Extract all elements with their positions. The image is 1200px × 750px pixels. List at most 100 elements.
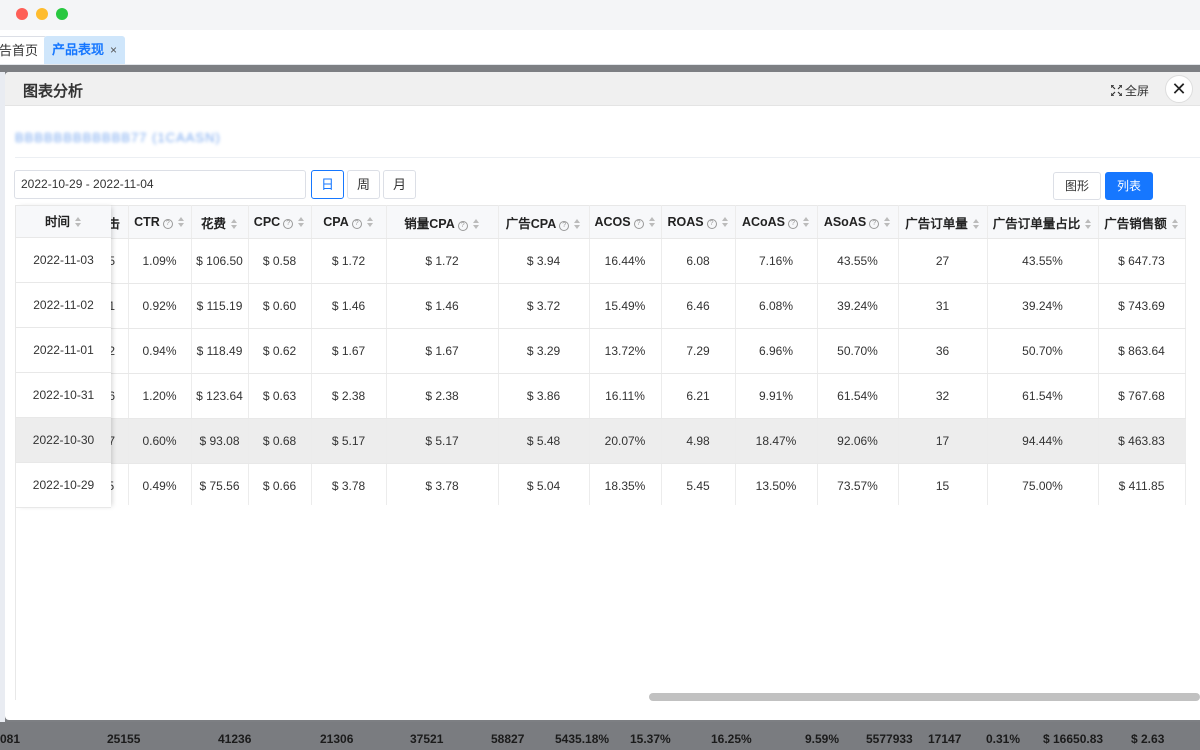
table-row[interactable]: 1910.92%$ 115.19$ 0.60$ 1.46$ 1.46$ 3.72… xyxy=(95,283,1186,329)
help-icon[interactable]: ? xyxy=(559,220,570,231)
table-cell: 1.20% xyxy=(128,373,192,419)
header-11[interactable]: 广告订单量 xyxy=(898,205,988,239)
sort-icon[interactable] xyxy=(366,217,374,227)
header-label: ROAS xyxy=(667,215,704,229)
table-row[interactable]: 1370.60%$ 93.08$ 0.68$ 5.17$ 5.17$ 5.482… xyxy=(95,418,1186,464)
background-total: 25155 xyxy=(107,732,141,746)
sort-icon[interactable] xyxy=(472,218,480,229)
sort-icon[interactable] xyxy=(75,217,82,227)
header-1[interactable]: CTR? xyxy=(128,205,192,239)
divider xyxy=(15,157,1200,158)
header-4[interactable]: CPA? xyxy=(311,205,387,239)
tab-product-performance[interactable]: 产品表现 × xyxy=(44,36,126,64)
table-cell: $ 0.58 xyxy=(248,238,312,284)
table-cell: 7.29 xyxy=(661,328,736,374)
header-5[interactable]: 销量CPA? xyxy=(386,205,499,239)
horizontal-scrollbar-thumb[interactable] xyxy=(649,693,1200,701)
help-icon[interactable]: ? xyxy=(457,220,468,231)
table-cell: 43.55% xyxy=(987,238,1099,284)
table-cell: $ 2.38 xyxy=(386,373,499,419)
granularity-week-button[interactable]: 周 xyxy=(347,170,380,199)
header-time[interactable]: 时间 xyxy=(15,205,111,238)
table-cell: $ 2.38 xyxy=(311,373,387,419)
table-row[interactable]: 1150.49%$ 75.56$ 0.66$ 3.78$ 3.78$ 5.041… xyxy=(95,463,1186,505)
background-total: 17147 xyxy=(928,732,962,746)
table-row[interactable]: 1851.09%$ 106.50$ 0.58$ 1.72$ 1.72$ 3.94… xyxy=(95,238,1186,284)
modal-close-button[interactable]: ✕ xyxy=(1165,75,1193,103)
table-cell: 16.11% xyxy=(589,373,662,419)
sort-icon[interactable] xyxy=(1171,218,1179,229)
header-6[interactable]: 广告CPA? xyxy=(498,205,590,239)
header-7[interactable]: ACOS? xyxy=(589,205,662,239)
granularity-day-button[interactable]: 日 xyxy=(311,170,344,199)
modal-header: 图表分析 全屏 ✕ xyxy=(5,72,1200,106)
tab-home-label: 告首页 xyxy=(0,43,39,58)
graph-view-button[interactable]: 图形 xyxy=(1053,172,1101,200)
header-13[interactable]: 广告销售额 xyxy=(1098,205,1186,239)
sort-icon[interactable] xyxy=(803,217,810,227)
table-cell: $ 863.64 xyxy=(1098,328,1186,374)
tab-close-icon[interactable]: × xyxy=(110,43,117,57)
table-cell: 36 xyxy=(898,328,988,374)
modal-title: 图表分析 xyxy=(23,83,84,100)
background-total: $ 2.63 xyxy=(1131,732,1165,746)
sort-icon[interactable] xyxy=(177,217,185,227)
sort-icon[interactable] xyxy=(298,217,305,227)
header-8[interactable]: ROAS? xyxy=(661,205,736,239)
table-cell: 18.47% xyxy=(735,418,818,464)
sort-icon[interactable] xyxy=(972,218,980,229)
header-9[interactable]: ACoAS? xyxy=(735,205,818,239)
table-cell: $ 1.72 xyxy=(386,238,499,284)
table-row[interactable]: 1920.94%$ 118.49$ 0.62$ 1.67$ 1.67$ 3.29… xyxy=(95,328,1186,374)
help-icon[interactable]: ? xyxy=(788,219,799,229)
header-time-label: 时间 xyxy=(44,215,70,229)
background-total: 37521 xyxy=(410,732,444,746)
tab-product-performance-label: 产品表现 xyxy=(52,42,105,57)
sort-icon[interactable] xyxy=(231,218,238,229)
help-icon[interactable]: ? xyxy=(706,219,717,229)
header-2[interactable]: 花费 xyxy=(191,205,249,239)
table-row[interactable]: 1961.20%$ 123.64$ 0.63$ 2.38$ 2.38$ 3.86… xyxy=(95,373,1186,419)
help-icon[interactable]: ? xyxy=(351,219,362,229)
maximize-window-icon[interactable] xyxy=(56,8,68,20)
help-icon[interactable]: ? xyxy=(869,219,880,229)
sort-icon[interactable] xyxy=(1085,218,1092,229)
fullscreen-label: 全屏 xyxy=(1125,84,1150,98)
close-window-icon[interactable] xyxy=(16,8,28,20)
table-cell: $ 5.48 xyxy=(498,418,590,464)
table-cell: $ 93.08 xyxy=(191,418,249,464)
table-cell: 0.49% xyxy=(128,463,192,505)
data-table[interactable]: 点击CTR?花费CPC?CPA?销量CPA?广告CPA?ACOS?ROAS?AC… xyxy=(15,205,1200,505)
table-cell: $ 5.17 xyxy=(386,418,499,464)
background-total: $ 16650.83 xyxy=(1043,732,1104,746)
header-label: 花费 xyxy=(200,216,226,231)
help-icon[interactable]: ? xyxy=(633,219,644,229)
minimize-window-icon[interactable] xyxy=(36,8,48,20)
sort-icon[interactable] xyxy=(574,218,581,229)
table-cell: 13.50% xyxy=(735,463,818,505)
date-range-picker[interactable]: 2022-10-29 - 2022-11-04 xyxy=(14,170,306,199)
table-cell: 75.00% xyxy=(987,463,1099,505)
time-cell: 2022-11-01 xyxy=(15,328,111,373)
header-10[interactable]: ASoAS? xyxy=(817,205,899,239)
help-icon[interactable]: ? xyxy=(162,219,173,229)
table-cell: $ 1.46 xyxy=(311,283,387,329)
sort-icon[interactable] xyxy=(884,217,891,227)
table-cell: 15.49% xyxy=(589,283,662,329)
table-cell: $ 5.04 xyxy=(498,463,590,505)
granularity-month-button[interactable]: 月 xyxy=(383,170,416,199)
tab-home[interactable]: 告首页 xyxy=(0,36,48,64)
sort-icon[interactable] xyxy=(648,217,656,227)
close-icon: ✕ xyxy=(1171,79,1187,99)
header-label: ACOS xyxy=(594,215,631,229)
fixed-time-column: 时间 2022-11-03 2022-11-02 2022-11-01 2022-10… xyxy=(15,205,111,508)
table-cell: 92.06% xyxy=(817,418,899,464)
fullscreen-button[interactable]: 全屏 xyxy=(1111,82,1149,99)
header-3[interactable]: CPC? xyxy=(248,205,312,239)
help-icon[interactable]: ? xyxy=(283,219,294,229)
table-cell: 32 xyxy=(898,373,988,419)
list-view-button[interactable]: 列表 xyxy=(1105,172,1153,200)
table-cell: 6.96% xyxy=(735,328,818,374)
sort-icon[interactable] xyxy=(721,217,729,227)
header-12[interactable]: 广告订单量占比 xyxy=(987,205,1099,239)
